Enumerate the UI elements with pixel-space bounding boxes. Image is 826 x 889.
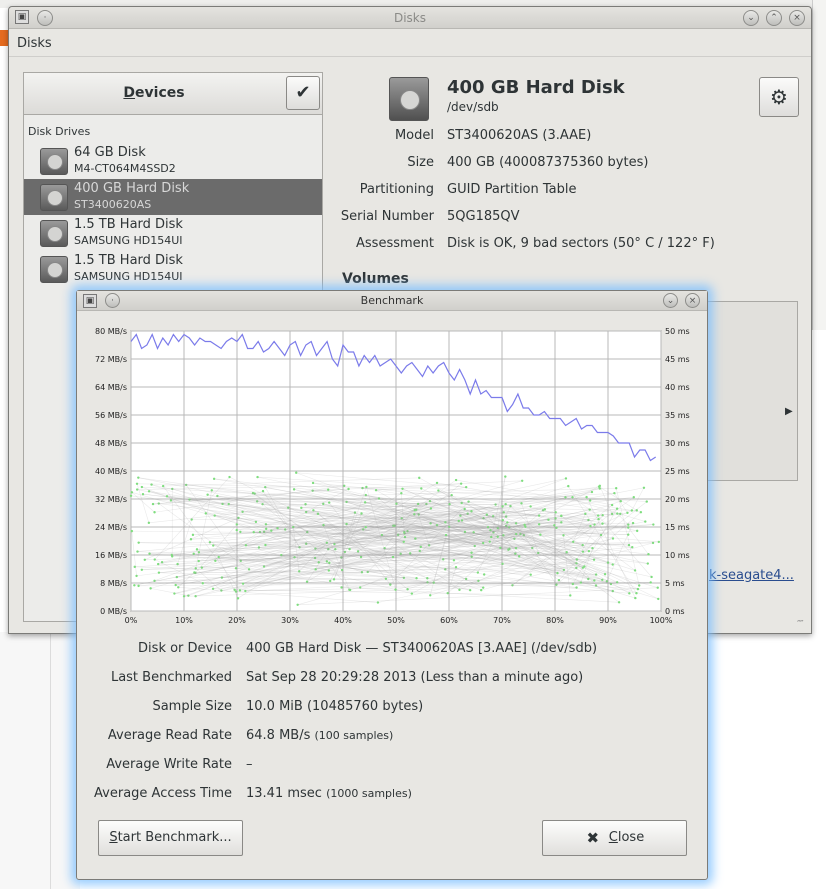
close-x-icon: ✖ — [586, 829, 600, 847]
arrow-right-icon[interactable]: ▶ — [785, 406, 793, 417]
benchmark-title: Benchmark — [360, 294, 424, 307]
drive-settings-button[interactable]: ⚙ — [759, 77, 799, 117]
model-label: Model — [394, 128, 434, 143]
background-window-edge — [812, 0, 826, 330]
checkmark-icon: ✔ — [295, 82, 311, 103]
average-access-time-label: Average Access Time — [94, 786, 232, 801]
y-right-tick-label: 5 ms — [665, 579, 685, 588]
y-right-tick-label: 20 ms — [665, 495, 690, 504]
y-right-tick-label: 35 ms — [665, 411, 690, 420]
serial-label: Serial Number — [340, 209, 434, 224]
hard-disk-icon — [389, 77, 429, 121]
y-left-tick-label: 24 MB/s — [95, 523, 127, 532]
y-left-tick-label: 80 MB/s — [95, 327, 127, 336]
access-time-point — [329, 579, 332, 583]
average-write-rate-value: – — [246, 757, 253, 772]
model-value: ST3400620AS (3.AAE) — [447, 128, 592, 143]
last-benchmarked-value: Sat Sep 28 20:29:28 2013 (Less than a mi… — [246, 670, 584, 685]
y-right-tick-label: 40 ms — [665, 383, 690, 392]
y-right-tick-label: 50 ms — [665, 327, 690, 336]
disk-or-device-value: 400 GB Hard Disk — ST3400620AS [3.AAE] (… — [246, 641, 598, 656]
y-right-tick-label: 15 ms — [665, 523, 690, 532]
y-left-tick-label: 32 MB/s — [95, 495, 127, 504]
y-left-tick-label: 48 MB/s — [95, 439, 127, 448]
partitioning-label: Partitioning — [359, 182, 434, 197]
background-app-icon — [0, 30, 8, 46]
access-samples-note: (1000 samples) — [326, 787, 412, 800]
volumes-heading: Volumes — [342, 271, 409, 287]
y-right-tick-label: 45 ms — [665, 355, 690, 364]
size-label: Size — [407, 155, 434, 170]
average-access-time-value: 13.41 msec (1000 samples) — [246, 786, 412, 801]
gear-icon: ⚙ — [770, 85, 788, 109]
minimize-icon[interactable]: ⌄ — [743, 10, 759, 26]
x-tick-label: 20% — [228, 616, 246, 625]
devices-title: Devices — [123, 85, 185, 101]
sample-size-label: Sample Size — [152, 699, 232, 714]
x-tick-label: 10% — [175, 616, 193, 625]
menu-disks[interactable]: Disks — [17, 36, 52, 51]
sample-size-value: 10.0 MiB (10485760 bytes) — [246, 699, 424, 714]
x-tick-label: 50% — [387, 616, 405, 625]
assessment-value: Disk is OK, 9 bad sectors (50° C / 122° … — [447, 236, 715, 251]
detail-title: 400 GB Hard Disk — [447, 77, 625, 98]
x-tick-label: 0% — [125, 616, 138, 625]
volume-link[interactable]: k-seagate4... — [709, 568, 794, 583]
device-name: 1.5 TB Hard Disk — [74, 253, 183, 268]
y-right-tick-label: 25 ms — [665, 467, 690, 476]
close-icon[interactable]: × — [685, 293, 700, 308]
maximize-icon[interactable]: ⌃ — [766, 10, 782, 26]
x-tick-label: 100% — [650, 616, 673, 625]
average-read-rate-value: 64.8 MB/s (100 samples) — [246, 728, 394, 743]
close-icon[interactable]: × — [789, 10, 805, 26]
x-tick-label: 90% — [599, 616, 617, 625]
x-tick-label: 60% — [440, 616, 458, 625]
close-button[interactable]: ✖ Close — [542, 820, 687, 856]
y-left-tick-label: 40 MB/s — [95, 467, 127, 476]
background-page — [0, 632, 80, 889]
y-right-tick-label: 30 ms — [665, 439, 690, 448]
minimize-icon[interactable]: ⌄ — [663, 293, 678, 308]
x-tick-label: 70% — [493, 616, 511, 625]
access-time-point — [630, 509, 634, 512]
benchmark-dialog: ▣ · Benchmark ⌄ × 0 MB/s 8 MB/s 16 MB/s 24 … — [76, 290, 708, 880]
devices-header: Devices ✔ — [24, 73, 322, 115]
access-time-point — [476, 571, 480, 574]
assessment-label: Assessment — [356, 236, 434, 251]
benchmark-chart: 0 MB/s 8 MB/s 16 MB/s 24 MB/s 32 MB/s 40 MB/s… — [95, 327, 690, 625]
benchmark-titlebar: ▣ · Benchmark ⌄ × — [77, 291, 707, 311]
access-time-point — [420, 487, 423, 490]
average-read-rate-label: Average Read Rate — [107, 728, 232, 743]
y-left-tick-label: 72 MB/s — [95, 355, 127, 364]
average-write-rate-label: Average Write Rate — [106, 757, 232, 772]
y-left-tick-label: 56 MB/s — [95, 411, 127, 420]
x-tick-label: 30% — [281, 616, 299, 625]
resize-grip-icon[interactable]: ⁗ — [797, 619, 809, 631]
hard-disk-icon — [40, 256, 68, 283]
partitioning-value: GUID Partition Table — [447, 182, 577, 197]
y-right-tick-label: 0 ms — [665, 607, 685, 616]
x-tick-label: 80% — [546, 616, 564, 625]
last-benchmarked-label: Last Benchmarked — [110, 670, 232, 685]
size-value: 400 GB (400087375360 bytes) — [447, 155, 649, 170]
device-model: SAMSUNG HD154UI — [74, 270, 183, 283]
read-samples-note: (100 samples) — [314, 729, 394, 742]
y-right-tick-label: 10 ms — [665, 551, 690, 560]
disk-or-device-label: Disk or Device — [138, 641, 232, 656]
disks-titlebar: ▣ · Disks ⌄ ⌃ × — [9, 7, 811, 29]
y-left-tick-label: 8 MB/s — [100, 579, 127, 588]
access-time-point — [228, 475, 231, 479]
device-item[interactable]: 1.5 TB Hard Disk SAMSUNG HD154UI — [24, 251, 322, 287]
y-left-tick-label: 0 MB/s — [100, 607, 127, 616]
serial-value: 5QG185QV — [447, 209, 520, 224]
devices-select-button[interactable]: ✔ — [286, 76, 320, 110]
x-tick-label: 40% — [334, 616, 352, 625]
y-left-tick-label: 16 MB/s — [95, 551, 127, 560]
y-left-tick-label: 64 MB/s — [95, 383, 127, 392]
start-benchmark-button[interactable]: Start Benchmark... — [98, 820, 243, 856]
access-time-point — [452, 559, 456, 562]
menubar: Disks — [9, 29, 811, 57]
disks-window-title: Disks — [393, 11, 427, 25]
detail-device-path: /dev/sdb — [447, 100, 499, 114]
